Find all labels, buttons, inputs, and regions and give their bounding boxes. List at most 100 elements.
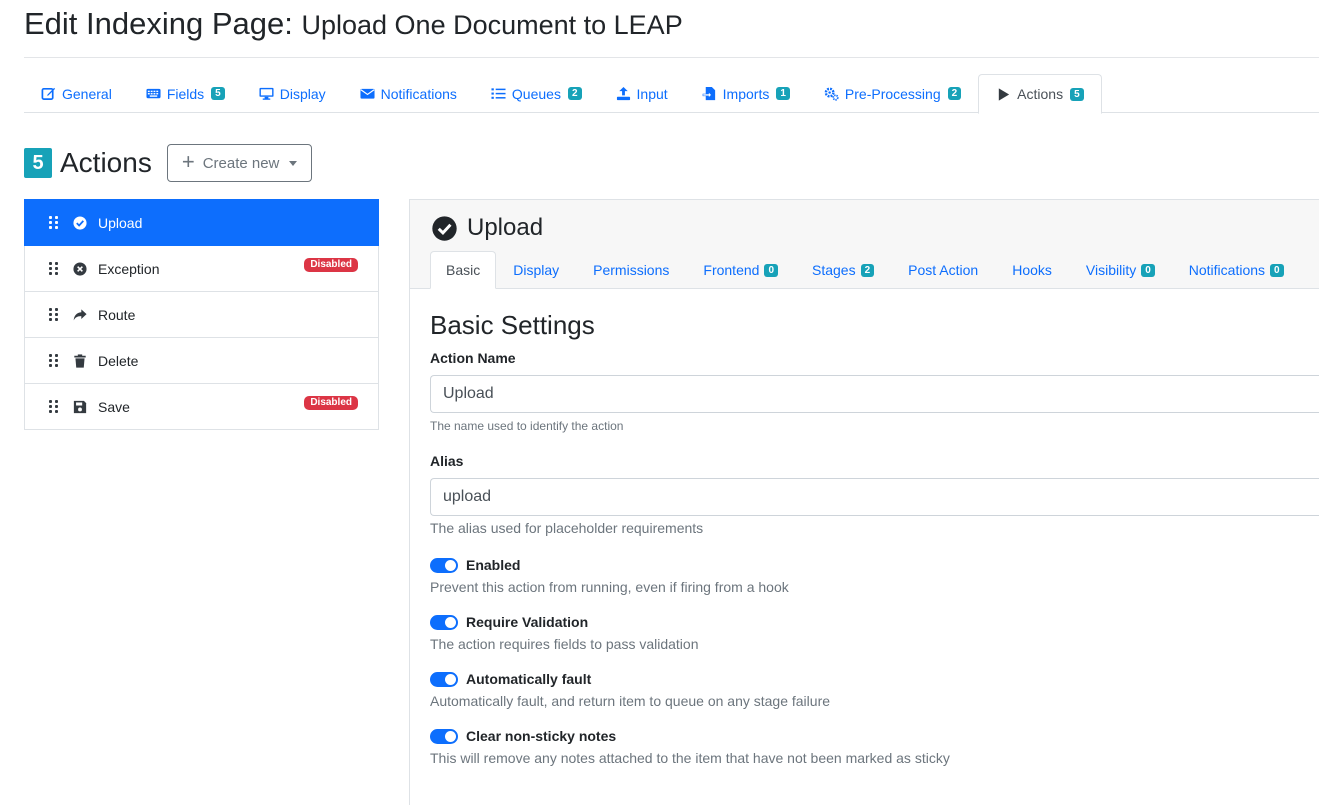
detail-tab-hooks[interactable]: Hooks bbox=[995, 251, 1069, 289]
drag-handle-icon[interactable] bbox=[49, 215, 59, 230]
tab-queues[interactable]: Queues 2 bbox=[474, 74, 599, 113]
action-detail-card: Upload Basic Display Permissions Fronten… bbox=[409, 199, 1319, 805]
clear-notes-switch-row: Clear non-sticky notes bbox=[430, 728, 1319, 744]
tab-fields[interactable]: Fields 5 bbox=[129, 74, 242, 113]
section-title: Basic Settings bbox=[430, 310, 595, 340]
drag-handle-icon[interactable] bbox=[49, 261, 59, 276]
auto-fault-switch-row: Automatically fault bbox=[430, 671, 1319, 687]
drag-handle-icon[interactable] bbox=[49, 307, 59, 322]
action-item-save[interactable]: Save Disabled bbox=[24, 384, 379, 430]
clear-notes-help: This will remove any notes attached to t… bbox=[430, 750, 950, 766]
action-item-label: Delete bbox=[98, 352, 139, 369]
tab-imports-label: Imports bbox=[722, 85, 770, 102]
detail-tab-label: Display bbox=[513, 262, 560, 278]
trash-icon bbox=[74, 353, 86, 368]
action-item-label: Save bbox=[98, 398, 130, 415]
card-title: Upload bbox=[432, 214, 543, 242]
action-item-upload[interactable]: Upload bbox=[24, 199, 379, 246]
plus-icon: + bbox=[181, 149, 195, 174]
disabled-badge: Disabled bbox=[304, 258, 358, 272]
pre-processing-count-badge: 2 bbox=[947, 87, 962, 100]
auto-fault-label: Automatically fault bbox=[466, 671, 592, 687]
action-name-input[interactable]: Upload bbox=[430, 375, 1319, 413]
detail-tab-label: Stages bbox=[812, 262, 856, 278]
actions-count-box: 5 bbox=[24, 148, 52, 178]
monitor-icon bbox=[259, 87, 274, 100]
tab-imports[interactable]: Imports 1 bbox=[685, 74, 807, 113]
tab-actions-label: Actions bbox=[1017, 86, 1064, 102]
tab-pre-processing-label: Pre-Processing bbox=[844, 85, 941, 102]
alias-input[interactable]: upload bbox=[430, 478, 1319, 516]
tab-display[interactable]: Display bbox=[242, 74, 343, 113]
detail-tab-visibility[interactable]: Visibility 0 bbox=[1069, 251, 1172, 289]
enabled-switch-row: Enabled bbox=[430, 557, 1319, 573]
require-validation-toggle[interactable] bbox=[430, 614, 458, 630]
card-body: Basic Settings Action Name Upload The na… bbox=[430, 310, 1319, 766]
action-name-label: Action Name bbox=[430, 350, 516, 366]
create-new-label: Create new bbox=[202, 154, 280, 172]
alias-help: The alias used for placeholder requireme… bbox=[430, 520, 704, 536]
cogs-icon bbox=[824, 87, 839, 101]
check-circle-icon bbox=[73, 215, 87, 230]
page-title-name: Upload One Document to LEAP bbox=[301, 10, 683, 40]
tab-queues-label: Queues bbox=[511, 85, 561, 102]
disabled-badge: Disabled bbox=[304, 396, 358, 410]
detail-tab-notifications[interactable]: Notifications 0 bbox=[1172, 251, 1301, 289]
card-title-text: Upload bbox=[467, 214, 544, 241]
title-divider bbox=[24, 57, 1319, 58]
share-arrow-icon bbox=[73, 308, 87, 320]
action-item-exception[interactable]: Exception Disabled bbox=[24, 246, 379, 292]
file-import-icon bbox=[702, 86, 715, 101]
detail-tabs: Basic Display Permissions Frontend 0 Stag… bbox=[430, 251, 1301, 289]
detail-tab-label: Hooks bbox=[1012, 262, 1052, 278]
enabled-toggle[interactable] bbox=[430, 557, 458, 573]
tab-general[interactable]: General bbox=[24, 74, 129, 113]
auto-fault-toggle[interactable] bbox=[430, 671, 458, 687]
action-list: Upload Exception Disabled Route Delete S… bbox=[24, 199, 379, 430]
action-item-route[interactable]: Route bbox=[24, 292, 379, 338]
queues-count-badge: 2 bbox=[567, 87, 582, 100]
tab-notifications-label: Notifications bbox=[380, 85, 457, 102]
enabled-label: Enabled bbox=[466, 557, 521, 573]
check-circle-icon bbox=[432, 215, 457, 241]
keyboard-icon bbox=[146, 88, 161, 99]
clear-notes-toggle[interactable] bbox=[430, 728, 458, 744]
tab-display-label: Display bbox=[279, 85, 326, 102]
edit-icon bbox=[41, 87, 56, 100]
detail-tab-frontend[interactable]: Frontend 0 bbox=[686, 251, 795, 289]
envelope-icon bbox=[360, 88, 375, 99]
detail-tab-label: Permissions bbox=[593, 262, 670, 278]
page-title: Edit Indexing Page: Upload One Document … bbox=[24, 6, 683, 42]
create-new-button[interactable]: + Create new bbox=[166, 144, 313, 182]
action-name-help: The name used to identify the action bbox=[430, 419, 624, 433]
visibility-count-badge: 0 bbox=[1141, 263, 1155, 277]
drag-handle-icon[interactable] bbox=[49, 353, 59, 368]
require-validation-switch-row: Require Validation bbox=[430, 614, 1319, 630]
detail-tab-label: Notifications bbox=[1188, 262, 1266, 278]
action-item-label: Route bbox=[98, 306, 136, 323]
detail-tab-label: Post Action bbox=[908, 262, 979, 278]
detail-tab-display[interactable]: Display bbox=[496, 251, 576, 289]
enabled-help: Prevent this action from running, even i… bbox=[430, 579, 789, 595]
tab-actions[interactable]: Actions 5 bbox=[978, 74, 1102, 114]
action-item-delete[interactable]: Delete bbox=[24, 338, 379, 384]
imports-count-badge: 1 bbox=[776, 87, 790, 100]
detail-tab-post-action[interactable]: Post Action bbox=[891, 251, 995, 289]
action-item-label: Exception bbox=[98, 260, 160, 277]
fields-count-badge: 5 bbox=[211, 87, 225, 100]
times-circle-icon bbox=[73, 261, 87, 276]
tab-notifications[interactable]: Notifications bbox=[343, 74, 474, 113]
detail-tab-label: Frontend bbox=[703, 262, 760, 278]
detail-tab-basic[interactable]: Basic bbox=[430, 251, 497, 289]
tab-input[interactable]: Input bbox=[599, 74, 685, 113]
card-header: Upload Basic Display Permissions Fronten… bbox=[410, 200, 1319, 289]
detail-tab-permissions[interactable]: Permissions bbox=[576, 251, 686, 289]
detail-tab-stages[interactable]: Stages 2 bbox=[795, 251, 891, 289]
tab-general-label: General bbox=[62, 85, 112, 102]
main-tabs: General Fields 5 Display Notifications Q… bbox=[24, 74, 1319, 114]
action-item-label: Upload bbox=[98, 214, 143, 231]
tab-pre-processing[interactable]: Pre-Processing 2 bbox=[807, 74, 978, 113]
actions-title: Actions bbox=[60, 147, 152, 178]
require-validation-label: Require Validation bbox=[466, 614, 589, 630]
drag-handle-icon[interactable] bbox=[49, 399, 59, 414]
